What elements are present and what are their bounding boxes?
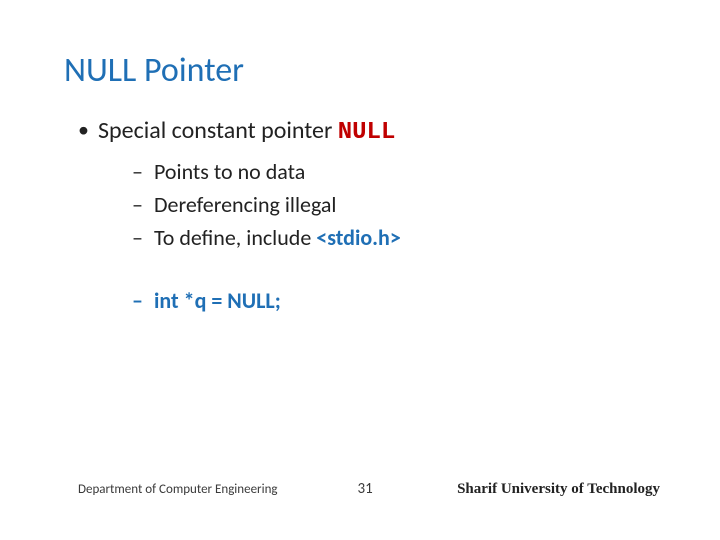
stdio-header: <stdio.h> [316, 224, 401, 251]
footer-university: Sharif University of Technology [457, 481, 660, 498]
sub3-prefix: To define, include [154, 224, 316, 251]
slide-content: NULL Pointer Special constant pointer NU… [0, 0, 720, 317]
sub-dereferencing: Dereferencing illegal [132, 188, 660, 221]
footer-page-number: 31 [358, 480, 373, 498]
slide-footer: Department of Computer Engineering 31 Sh… [0, 480, 720, 498]
sub-code-example: int *q = NULL; [132, 284, 660, 317]
sub-points-no-data: Points to no data [132, 155, 660, 188]
bullet-list-level2: Points to no data Dereferencing illegal … [98, 155, 660, 317]
null-keyword: NULL [338, 119, 396, 146]
bullet1-prefix: Special constant pointer [98, 116, 338, 145]
footer-department: Department of Computer Engineering [78, 482, 278, 497]
bullet-special-constant: Special constant pointer NULL Points to … [78, 115, 660, 317]
slide-title: NULL Pointer [64, 50, 660, 91]
sub-to-define: To define, include <stdio.h> [132, 221, 660, 254]
bullet-list-level1: Special constant pointer NULL Points to … [60, 115, 660, 317]
